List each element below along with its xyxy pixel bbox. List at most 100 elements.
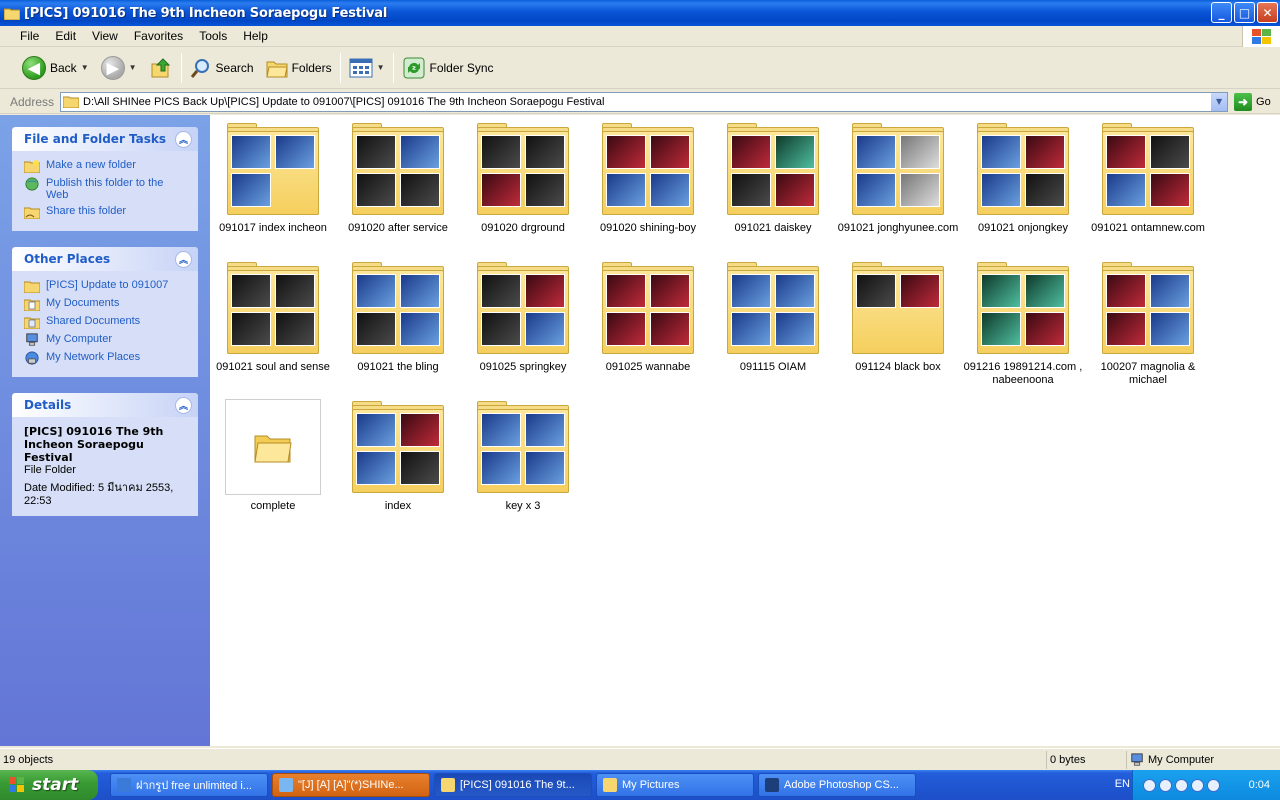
address-input[interactable]: D:\All SHINee PICS Back Up\[PICS] Update… — [60, 91, 1229, 112]
taskbar-item-explorer[interactable]: [PICS] 091016 The 9t... — [434, 773, 592, 797]
panel-header[interactable]: Other Places ︽ — [12, 247, 198, 271]
folder-item[interactable]: 091021 jonghyunee.com — [833, 121, 963, 235]
taskbar-item-messenger[interactable]: "[J] [A] [A]"(*)SHINe... — [272, 773, 430, 797]
other-places-panel: Other Places ︽ [PICS] Update to 091007 M… — [12, 247, 198, 377]
folder-item[interactable]: key x 3 — [458, 399, 588, 513]
address-bar: Address D:\All SHINee PICS Back Up\[PICS… — [0, 90, 1280, 114]
language-indicator[interactable]: EN — [1115, 778, 1130, 790]
folder-item[interactable]: index — [333, 399, 463, 513]
forward-button[interactable]: ▶ ▼ — [95, 51, 143, 85]
folder-item[interactable]: 091216 19891214.com , nabeenoona — [958, 260, 1088, 387]
search-button[interactable]: Search — [184, 51, 260, 85]
folder-icon — [63, 96, 80, 108]
status-object-count: 19 objects — [3, 753, 54, 766]
globe-icon — [25, 177, 39, 191]
minimize-button[interactable]: _ — [1211, 2, 1232, 23]
chevron-down-icon[interactable]: ▼ — [1210, 92, 1228, 111]
folders-button[interactable]: Folders — [260, 51, 338, 85]
folder-name: 091021 daiskey — [734, 222, 812, 234]
folder-item[interactable]: 091020 after service — [333, 121, 463, 235]
folder-item[interactable]: 091021 onjongkey — [958, 121, 1088, 235]
menu-edit[interactable]: Edit — [47, 29, 84, 43]
taskbar-item-browser[interactable]: ฝากรูป free unlimited i... — [110, 773, 268, 797]
folder-item[interactable]: 091021 the bling — [333, 260, 463, 374]
menu-favorites[interactable]: Favorites — [126, 29, 191, 43]
folder-item[interactable]: 091020 drground — [458, 121, 588, 235]
back-button[interactable]: ◀ Back ▼ — [16, 51, 95, 85]
folder-item[interactable]: 091115 OIAM — [708, 260, 838, 374]
start-button[interactable]: start — [0, 770, 98, 800]
folder-name: 091020 drground — [481, 222, 565, 234]
folder-icon — [24, 281, 40, 293]
go-button[interactable]: ➜ Go — [1234, 92, 1271, 111]
place-label: My Computer — [46, 333, 113, 345]
menu-file[interactable]: File — [12, 29, 47, 43]
panel-header[interactable]: File and Folder Tasks ︽ — [12, 127, 198, 151]
up-folder-button[interactable] — [143, 51, 179, 85]
back-label: Back — [50, 60, 77, 75]
collapse-chevron-icon[interactable]: ︽ — [175, 396, 192, 414]
folder-thumbnail-icon — [1100, 260, 1196, 356]
panel-header[interactable]: Details ︽ — [12, 393, 198, 417]
folder-item[interactable]: 100207 magnolia & michael — [1083, 260, 1213, 387]
task-label: "[J] [A] [A]"(*)SHINe... — [298, 779, 404, 791]
tray-network-icon[interactable] — [1159, 778, 1172, 792]
folder-name: 091021 jonghyunee.com — [837, 222, 959, 234]
tray-messenger-icon[interactable] — [1175, 778, 1188, 792]
task-pane: File and Folder Tasks ︽ Make a new folde… — [0, 115, 210, 746]
folder-item[interactable]: 091021 daiskey — [708, 121, 838, 235]
tray-security-icon[interactable] — [1207, 778, 1220, 792]
place-my-documents[interactable]: My Documents — [24, 297, 188, 311]
menu-help[interactable]: Help — [235, 29, 276, 43]
place-parent-folder[interactable]: [PICS] Update to 091007 — [24, 279, 188, 293]
folder-name: key x 3 — [505, 500, 541, 512]
folder-sync-button[interactable]: Folder Sync — [396, 51, 500, 85]
folder-name: 091021 soul and sense — [216, 361, 330, 373]
chevron-down-icon[interactable]: ▼ — [129, 63, 137, 72]
folders-icon — [265, 61, 288, 77]
tray-back-icon[interactable] — [1143, 778, 1156, 792]
share-folder-icon — [24, 207, 40, 219]
folder-item[interactable]: 091025 wannabe — [583, 260, 713, 374]
taskbar-item-photoshop[interactable]: Adobe Photoshop CS... — [758, 773, 916, 797]
go-arrow-icon: ➜ — [1234, 92, 1253, 111]
folder-item[interactable]: 091124 black box — [833, 260, 963, 374]
tray-volume-icon[interactable] — [1191, 778, 1204, 792]
collapse-chevron-icon[interactable]: ︽ — [175, 250, 192, 268]
place-my-computer[interactable]: My Computer — [24, 333, 188, 347]
share-folder-link[interactable]: Share this folder — [24, 205, 188, 219]
place-label: [PICS] Update to 091007 — [46, 279, 169, 291]
task-label: Share this folder — [46, 205, 127, 217]
maximize-button[interactable]: □ — [1234, 2, 1255, 23]
folder-item[interactable]: 091017 index incheon — [208, 121, 338, 235]
taskbar-item-my-pictures[interactable]: My Pictures — [596, 773, 754, 797]
publish-folder-link[interactable]: Publish this folder to the Web — [24, 177, 188, 201]
make-new-folder-link[interactable]: Make a new folder — [24, 159, 188, 173]
place-label: My Documents — [46, 297, 120, 309]
address-label: Address — [10, 94, 55, 109]
chevron-down-icon[interactable]: ▼ — [377, 63, 385, 72]
toolbar: ◀ Back ▼ ▶ ▼ Search Folders ▼ Folder Syn… — [0, 47, 1280, 89]
folder-item[interactable]: 091020 shining-boy — [583, 121, 713, 235]
folder-item[interactable]: 091025 springkey — [458, 260, 588, 374]
menu-view[interactable]: View — [84, 29, 126, 43]
folder-item[interactable]: complete — [208, 399, 338, 513]
folders-label: Folders — [291, 60, 332, 75]
collapse-chevron-icon[interactable]: ︽ — [175, 130, 192, 148]
status-bar: 19 objects 0 bytes My Computer — [0, 748, 1280, 770]
place-shared-documents[interactable]: Shared Documents — [24, 315, 188, 329]
place-my-network-places[interactable]: My Network Places — [24, 351, 188, 365]
folder-item[interactable]: 091021 soul and sense — [208, 260, 338, 374]
views-button[interactable]: ▼ — [343, 51, 391, 85]
clock[interactable]: 0:04 — [1249, 779, 1270, 791]
toolbar-separator — [392, 52, 394, 83]
search-label: Search — [215, 60, 254, 75]
folder-thumbnail-icon — [850, 121, 946, 217]
menu-tools[interactable]: Tools — [191, 29, 235, 43]
close-button[interactable]: ✕ — [1257, 2, 1278, 23]
menu-bar: File Edit View Favorites Tools Help — [0, 26, 1280, 47]
folder-thumbnail-icon — [600, 260, 696, 356]
details-folder-name: [PICS] 091016 The 9th Incheon Soraepogu … — [24, 425, 164, 464]
chevron-down-icon[interactable]: ▼ — [81, 63, 89, 72]
folder-item[interactable]: 091021 ontamnew.com — [1083, 121, 1213, 235]
